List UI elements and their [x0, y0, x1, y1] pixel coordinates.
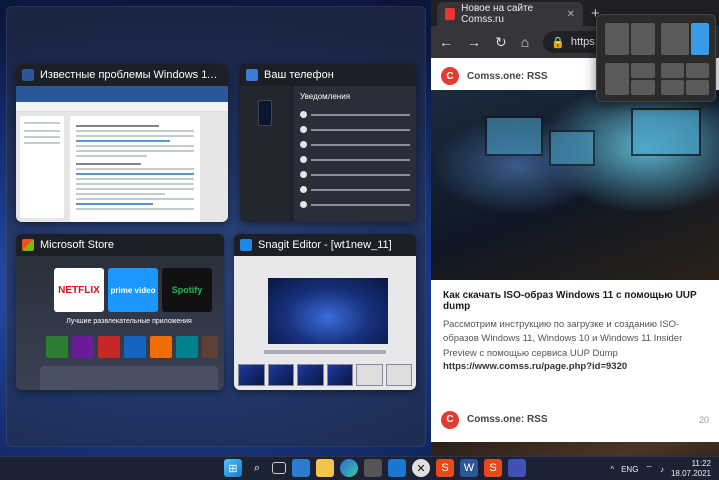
- snagit-taskbar-icon[interactable]: S: [436, 459, 454, 477]
- snap-zone-quad-2[interactable]: [686, 63, 709, 78]
- snagit-preview: [234, 256, 416, 390]
- snap-zone-right-half[interactable]: [631, 23, 655, 55]
- snap-zone-two-thirds-left[interactable]: [661, 23, 689, 55]
- start-icon[interactable]: ⊞: [224, 459, 242, 477]
- store-icon: [22, 239, 34, 251]
- language-indicator[interactable]: ENG: [621, 465, 638, 474]
- word-navigation-pane: [20, 116, 64, 218]
- browser-tab[interactable]: Новое на сайте Comss.ru ✕: [437, 2, 583, 26]
- word-icon: [22, 69, 34, 81]
- feed-item-image-2[interactable]: [431, 441, 719, 456]
- snap-zone-quad-3[interactable]: [661, 80, 684, 95]
- clock-date: 18.07.2021: [670, 469, 711, 478]
- snagit-window-thumbnail[interactable]: Snagit Editor - [wt1new_11]: [234, 234, 416, 390]
- snap-zone-left-half-b[interactable]: [605, 63, 629, 95]
- word-ribbon: [16, 86, 228, 102]
- word-toolbar: [16, 102, 228, 112]
- lock-icon: 🔒: [551, 36, 565, 49]
- xbox-icon[interactable]: ✕: [412, 459, 430, 477]
- snagit-icon: [240, 239, 252, 251]
- browser-tab-title: Новое на сайте Comss.ru: [461, 3, 534, 25]
- search-icon[interactable]: ⌕: [248, 459, 266, 477]
- phone-window-title: Ваш телефон: [264, 69, 334, 81]
- volume-icon[interactable]: ♪: [660, 465, 664, 474]
- snagit-canvas: [268, 278, 388, 344]
- snagit-window-title-bar: Snagit Editor - [wt1new_11]: [234, 234, 416, 256]
- word-document-area: [16, 112, 228, 222]
- comss-logo-icon: C: [441, 410, 459, 429]
- tray-overflow-icon[interactable]: ^: [610, 465, 614, 474]
- store-section-title: Лучшие развлекательные приложения: [66, 318, 192, 325]
- feed-item-header-2: C Comss.one: RSS 20: [431, 406, 719, 434]
- snap-zone-top-right[interactable]: [631, 63, 655, 78]
- snap-zone-one-third-right[interactable]: [691, 23, 709, 55]
- snap-layouts-flyout: [596, 14, 716, 102]
- snap-zone-left-half[interactable]: [605, 23, 629, 55]
- snagit-filmstrip: [238, 364, 412, 386]
- snap-zone-bottom-right[interactable]: [631, 80, 655, 95]
- phone-window-thumbnail[interactable]: Ваш телефон Уведомления: [240, 64, 416, 222]
- file-explorer-icon[interactable]: [316, 459, 334, 477]
- feed-item-text: Рассмотрим инструкцию по загрузке и созд…: [443, 319, 683, 359]
- spotify-tile: Spotify: [162, 268, 212, 312]
- feed-source-2: Comss.one: RSS: [467, 414, 548, 426]
- task-view-icon[interactable]: [272, 462, 286, 474]
- snagit-playback-bar: [264, 350, 386, 354]
- phone-notifications: Уведомления: [294, 86, 416, 222]
- browser-content: C Comss.one: RSS Как скачать ISO-образ W…: [431, 58, 719, 456]
- feed-source: Comss.one: RSS: [467, 70, 548, 82]
- phone-taskbar-icon[interactable]: [388, 459, 406, 477]
- feed-item-title[interactable]: Как скачать ISO-образ Windows 11 с помощ…: [431, 280, 719, 318]
- network-icon[interactable]: ⌔: [645, 464, 653, 474]
- feed-item-image[interactable]: [431, 90, 719, 280]
- snap-zone-quad-4[interactable]: [686, 80, 709, 95]
- clock-time: 11:22: [691, 459, 711, 468]
- feed-time-2: 20: [698, 414, 709, 425]
- edge-icon[interactable]: [340, 459, 358, 477]
- phone-sidebar: [240, 86, 290, 222]
- word-taskbar-icon[interactable]: W: [460, 459, 478, 477]
- clock[interactable]: 11:22 18.07.2021: [671, 459, 711, 479]
- netflix-tile: NETFLIX: [54, 268, 104, 312]
- back-icon[interactable]: ←: [439, 34, 453, 50]
- store-window-title: Microsoft Store: [40, 239, 114, 251]
- store-taskbar-icon[interactable]: [364, 459, 382, 477]
- comss-favicon-icon: [445, 8, 456, 20]
- store-window-thumbnail[interactable]: Microsoft Store NETFLIX prime video Spot…: [16, 234, 224, 390]
- word-page: [70, 116, 200, 222]
- word-window-title-bar: Известные проблемы Windows 11 и способы …: [16, 64, 228, 86]
- taskbar: ⊞ ⌕ ✕ S W S ^ ENG ⌔ ♪ 11:22 18.07.2021: [0, 456, 719, 480]
- phone-device-icon: [258, 100, 272, 126]
- phone-preview: Уведомления: [240, 86, 416, 222]
- tab-close-icon[interactable]: ✕: [567, 9, 575, 20]
- snagit-editor-taskbar-icon[interactable]: S: [484, 459, 502, 477]
- forward-icon[interactable]: →: [467, 34, 481, 50]
- taskbar-apps: ⊞ ⌕ ✕ S W S: [224, 459, 526, 477]
- widgets-icon[interactable]: [292, 459, 310, 477]
- phone-notifications-heading: Уведомления: [300, 92, 351, 101]
- system-tray: ^ ENG ⌔ ♪ 11:22 18.07.2021: [610, 457, 711, 480]
- store-window-title-bar: Microsoft Store: [16, 234, 224, 256]
- store-preview: NETFLIX prime video Spotify Лучшие развл…: [16, 256, 224, 390]
- snap-zone-quad-1[interactable]: [661, 63, 684, 78]
- app-taskbar-icon[interactable]: [508, 459, 526, 477]
- word-window-thumbnail[interactable]: Известные проблемы Windows 11 и способы …: [16, 64, 228, 222]
- phone-app-icon: [246, 69, 258, 81]
- prime-video-tile: prime video: [108, 268, 158, 312]
- feed-item-link[interactable]: https://www.comss.ru/page.php?id=9320: [431, 361, 719, 372]
- word-preview: [16, 86, 228, 222]
- refresh-icon[interactable]: ↻: [495, 34, 507, 51]
- word-window-title: Известные проблемы Windows 11 и способы …: [40, 69, 222, 81]
- phone-window-title-bar: Ваш телефон: [240, 64, 416, 86]
- comss-logo-icon: C: [441, 67, 459, 85]
- snagit-window-title: Snagit Editor - [wt1new_11]: [258, 239, 392, 251]
- home-icon[interactable]: ⌂: [521, 34, 529, 50]
- store-featured-area: [40, 366, 218, 390]
